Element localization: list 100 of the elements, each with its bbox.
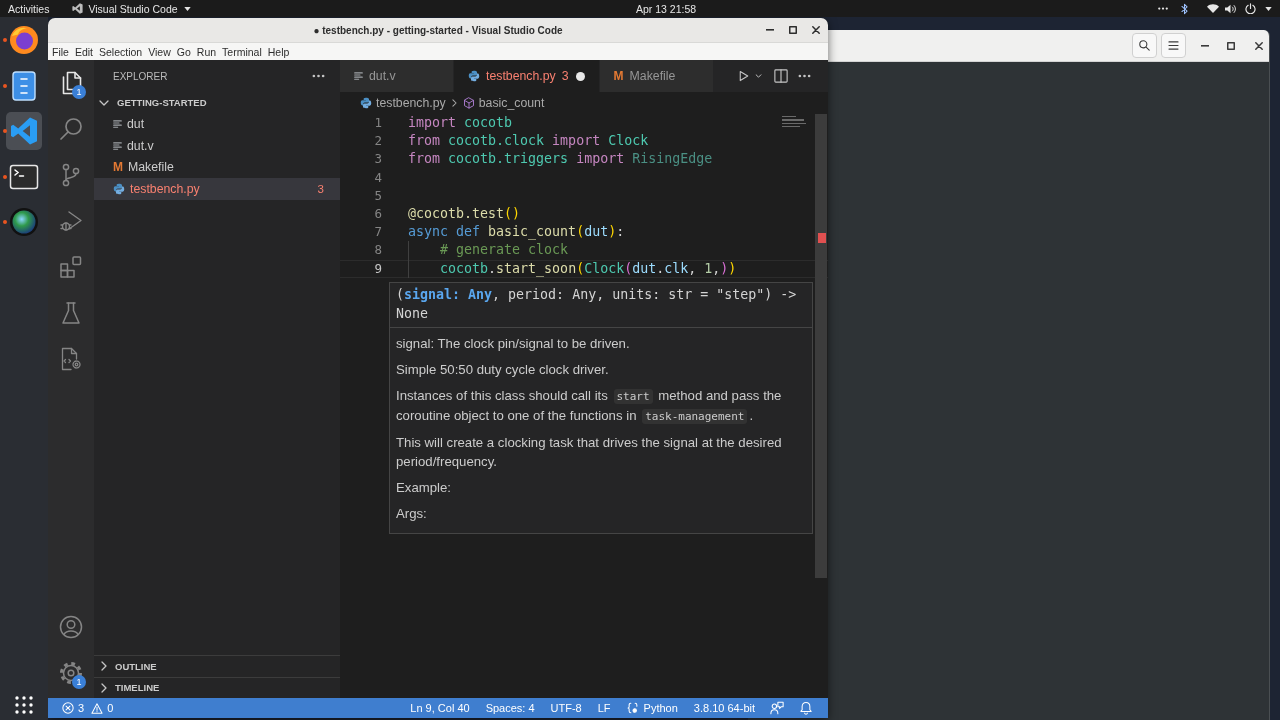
doc-paragraph: Args: (396, 505, 428, 523)
speaker-icon[interactable] (1225, 3, 1236, 14)
minimap[interactable] (782, 116, 808, 127)
run-debug-icon[interactable] (59, 209, 83, 233)
problem-count: 3 (561, 69, 569, 83)
feedback-icon[interactable] (770, 701, 784, 715)
more-icon[interactable] (798, 74, 811, 78)
line-number: 7 (373, 223, 382, 242)
warning-icon (91, 702, 104, 714)
section-header[interactable]: GETTING-STARTED (94, 92, 340, 114)
scrollbar-thumb[interactable] (815, 114, 827, 578)
ribbon-logo-icon[interactable] (6, 112, 42, 150)
panel-header[interactable]: OUTLINE (94, 655, 340, 677)
dots-icon[interactable] (1157, 7, 1169, 10)
app-menu[interactable]: Visual Studio Code (88, 2, 178, 15)
python-icon (113, 182, 125, 195)
play-icon[interactable] (739, 70, 749, 82)
makefile-icon: M (113, 161, 123, 174)
error-marker (818, 233, 826, 243)
code-line: # generate clock (408, 241, 569, 260)
flame-globe-icon[interactable] (9, 25, 39, 55)
menu-item[interactable]: Edit (71, 45, 96, 58)
breadcrumb-item[interactable]: testbench.py (360, 96, 446, 110)
line-number: 1 (373, 114, 382, 132)
file-cabinet-icon[interactable] (9, 70, 39, 101)
menu-item[interactable]: Help (264, 45, 293, 58)
flask-icon[interactable] (59, 301, 83, 325)
status-item[interactable]: Ln 9, Col 40 (402, 702, 478, 714)
problem-count: 3 (317, 182, 324, 195)
breadcrumb-item[interactable]: basic_count (462, 96, 545, 110)
globe-icon[interactable] (9, 207, 39, 237)
status-item[interactable]: Spaces: 4 (477, 702, 543, 714)
line-number: 4 (373, 168, 382, 187)
line-number: 5 (373, 186, 382, 205)
code-line: from cocotb.clock import Clock (408, 132, 649, 151)
settings-icon[interactable] (59, 661, 83, 685)
cube-icon (462, 97, 475, 109)
code-line: async def basic_count(dut): (408, 223, 625, 242)
caret-icon[interactable] (183, 6, 191, 11)
maximize-icon[interactable] (1227, 41, 1235, 50)
wifi-icon[interactable] (1207, 4, 1219, 13)
split-editor-icon[interactable] (774, 69, 788, 83)
editor-tab[interactable]: M Makefile (599, 60, 714, 92)
status-item[interactable]: UTF-8 (542, 702, 590, 714)
status-item[interactable]: LF (589, 702, 619, 714)
menu-item[interactable]: Go (173, 45, 194, 58)
bluetooth-icon[interactable] (1181, 2, 1188, 15)
explorer-entry[interactable]: dut (94, 113, 340, 135)
signature-text: (signal: Any, period: Any, units: str = "step") -> None (390, 283, 812, 328)
activities-button[interactable]: Activities (8, 2, 50, 15)
problems-status[interactable]: 3 0 (62, 702, 114, 714)
account-icon[interactable] (59, 615, 83, 639)
error-icon (62, 702, 74, 714)
explorer-entry[interactable]: dut.v (94, 135, 340, 157)
python-icon (360, 97, 372, 109)
power-icon[interactable] (1245, 3, 1256, 14)
search-button[interactable] (1132, 33, 1157, 58)
menu-item[interactable]: Selection (96, 45, 146, 58)
file-gear-icon[interactable] (59, 347, 83, 371)
doc-paragraph: Example: (396, 479, 452, 497)
code-line: import cocotb (408, 114, 513, 132)
code-line: from cocotb.triggers import RisingEdge (408, 150, 713, 169)
search-icon[interactable] (1139, 40, 1150, 51)
chevron-icon (451, 99, 457, 107)
editor-tab[interactable]: testbench.py 3 (454, 60, 600, 92)
clock[interactable]: Apr 13 21:58 (635, 2, 697, 15)
explorer-entry[interactable]: testbench.py 3 (94, 178, 340, 200)
status-item[interactable]: 3.8.10 64-bit (685, 702, 763, 714)
extensions-icon[interactable] (59, 255, 83, 279)
editor-tab[interactable]: dut.v (340, 60, 454, 92)
close-icon[interactable] (812, 26, 820, 34)
more-icon[interactable] (312, 74, 325, 78)
menu-item[interactable]: Run (193, 45, 220, 58)
line-number: 3 (373, 150, 382, 169)
explorer-entry[interactable]: M Makefile (94, 156, 340, 178)
bell-icon[interactable] (800, 701, 812, 715)
menu-item[interactable]: View (145, 45, 174, 58)
code-line: @cocotb.test() (408, 204, 521, 223)
maximize-icon[interactable] (789, 26, 797, 34)
menu-button[interactable] (1161, 33, 1186, 58)
doc-paragraph: signal: The clock pin/signal to be driven. (396, 335, 631, 353)
window-title: ● testbench.py - getting-started - Visual Studio Code (313, 24, 563, 36)
line-number: 6 (373, 204, 382, 223)
braces-icon (626, 702, 639, 714)
line-number: 9 (373, 259, 382, 278)
caret-icon[interactable] (1265, 6, 1272, 11)
sidebar-title: EXPLORER (113, 70, 168, 82)
doc-paragraph: Instances of this class should call its start method and pass the coroutine object to one of the functions in task-management . (396, 387, 783, 426)
doc-paragraph: Simple 50:50 duty cycle clock driver. (396, 361, 610, 379)
minimize-icon[interactable] (1201, 44, 1209, 47)
search-icon[interactable] (59, 117, 83, 141)
status-item[interactable]: Python (618, 702, 686, 714)
menu-item[interactable]: File (49, 45, 72, 58)
menu-item[interactable]: Terminal (219, 45, 265, 58)
notification-count: 1 (72, 675, 86, 689)
python-icon (468, 70, 480, 82)
close-icon[interactable] (1255, 41, 1263, 50)
menu-icon[interactable] (1168, 41, 1179, 50)
line-number: 8 (373, 241, 382, 260)
app-grid-icon[interactable] (15, 696, 33, 714)
